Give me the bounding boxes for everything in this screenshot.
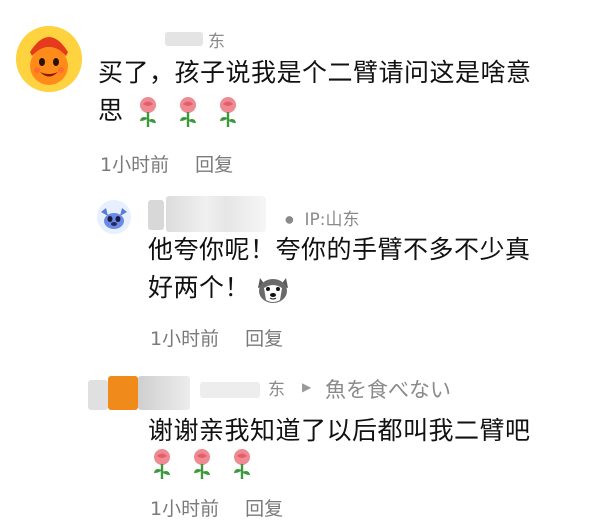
- reply-button[interactable]: 回复: [245, 498, 283, 520]
- comment-text-tail: 思: [98, 96, 124, 125]
- ip-location: IP:山东: [304, 210, 360, 230]
- reply-text-line: 他夸你呢！夸你的手臂不多不少真: [148, 235, 531, 264]
- husky-emoji-icon: [256, 274, 290, 304]
- blurred-username: [165, 32, 203, 46]
- username[interactable]: 东: [268, 375, 285, 400]
- dot-separator: ●: [285, 214, 294, 226]
- timestamp: 1小时前: [150, 328, 220, 350]
- rose-emoji-icon: [190, 448, 214, 480]
- reply-button[interactable]: 回复: [245, 328, 283, 350]
- blurred-username: [138, 376, 190, 410]
- timestamp: 1小时前: [150, 498, 220, 520]
- comment-meta: 1小时前 回复: [100, 150, 233, 177]
- comment-text-line: 买了，孩子说我是个二臂请问这是啥意: [98, 58, 532, 87]
- blurred-username: [108, 376, 138, 410]
- rose-emoji-icon: [176, 96, 200, 128]
- reply-target-name[interactable]: 魚を食べない: [325, 374, 451, 404]
- reply-text: 谢谢亲我知道了以后都叫我二臂吧: [148, 416, 531, 445]
- rose-emoji-icon: [230, 448, 254, 480]
- reply-meta: 1小时前 回复: [150, 494, 283, 521]
- reply-text: 他夸你呢！夸你的手臂不多不少真 好两个！: [148, 231, 588, 307]
- emoji-row: [150, 448, 270, 482]
- avatar[interactable]: [97, 200, 131, 234]
- rose-emoji-icon: [216, 96, 240, 128]
- rose-emoji-icon: [150, 448, 174, 480]
- reply-text-tail: 好两个！: [148, 273, 251, 302]
- reply-text-line-2: 好两个！: [148, 269, 588, 307]
- blurred-username: [148, 200, 164, 230]
- comment-text: 买了，孩子说我是个二臂请问这是啥意 思: [98, 54, 588, 130]
- avatar[interactable]: [16, 26, 82, 92]
- blurred-username: [166, 196, 266, 232]
- rose-emoji-icon: [136, 96, 160, 128]
- username[interactable]: ● IP:山东: [285, 205, 360, 230]
- timestamp: 1小时前: [100, 154, 170, 176]
- username[interactable]: 东: [208, 27, 225, 52]
- avatar[interactable]: [88, 380, 108, 410]
- stitch-avatar-icon: [97, 200, 131, 234]
- reply-button[interactable]: 回复: [195, 154, 233, 176]
- reply-meta: 1小时前 回复: [150, 324, 283, 351]
- reply-arrow-icon: ▶: [302, 380, 312, 394]
- cartoon-avatar-icon: [16, 26, 82, 92]
- blurred-username: [200, 382, 260, 398]
- comment-text-line-2: 思: [98, 92, 588, 130]
